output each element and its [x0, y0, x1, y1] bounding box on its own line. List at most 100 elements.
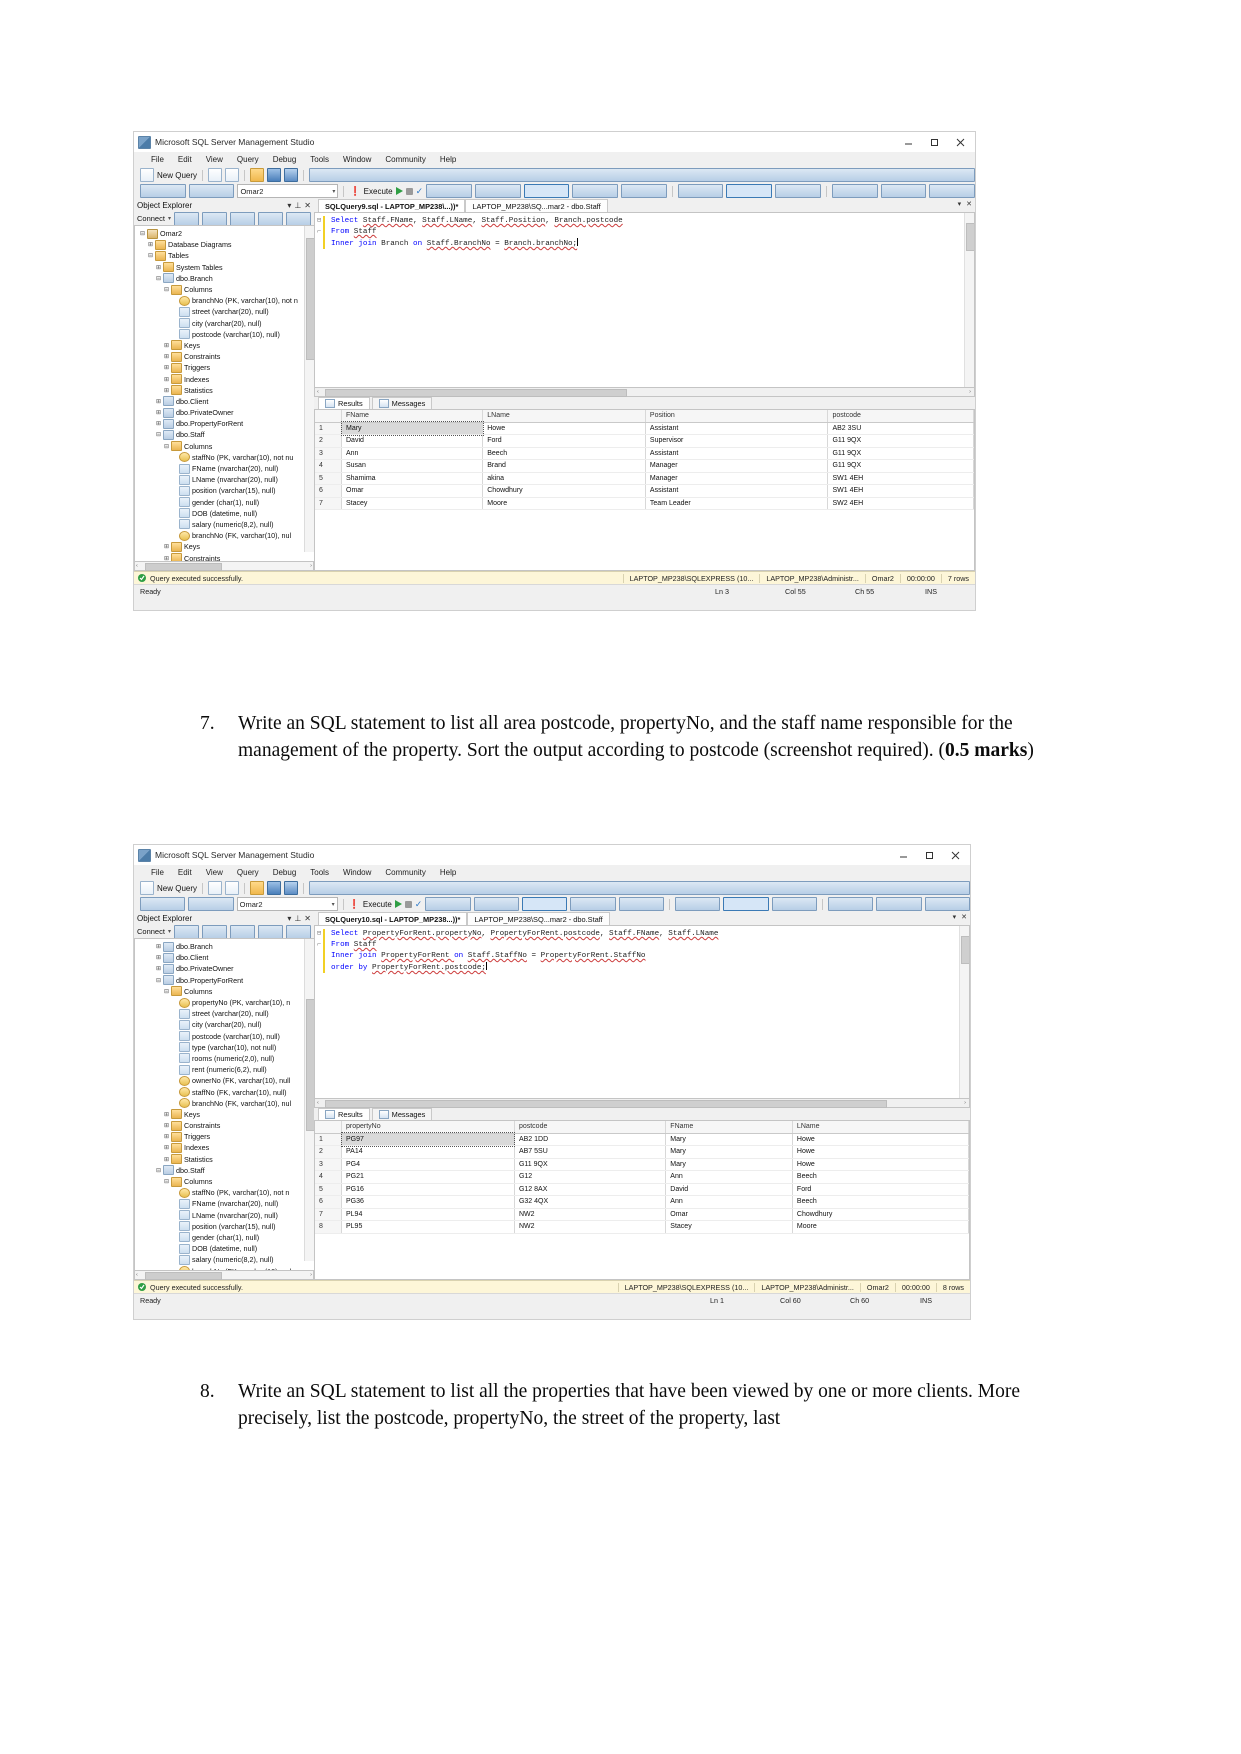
maximize-button[interactable]: [916, 846, 942, 864]
editor-vertical-scrollbar[interactable]: [959, 926, 969, 1098]
parse-icon[interactable]: ❗: [349, 186, 360, 197]
table-cell[interactable]: Ann: [665, 1195, 793, 1209]
table-row[interactable]: 6 PG36 G32 4QX Ann Beech: [315, 1195, 969, 1209]
menu-item-tools[interactable]: Tools: [303, 868, 336, 877]
disconnect-icon[interactable]: [173, 924, 199, 939]
row-number[interactable]: 4: [315, 1170, 342, 1184]
menu-item-view[interactable]: View: [199, 868, 230, 877]
tree-node[interactable]: DOB (datetime, null): [135, 1243, 314, 1254]
new-query-icon[interactable]: [140, 881, 154, 895]
save-icon[interactable]: [267, 168, 282, 182]
menu-item-help[interactable]: Help: [433, 155, 463, 164]
tree-node[interactable]: staffNo (FK, varchar(10), null): [135, 1086, 314, 1098]
expand-icon[interactable]: ⊞: [162, 364, 171, 371]
tree-node[interactable]: ⊟ Columns: [135, 284, 314, 295]
tree-node[interactable]: ⊞ Constraints: [135, 351, 314, 362]
change-connection-icon[interactable]: [188, 184, 235, 198]
editor-tab[interactable]: LAPTOP_MP238\SQ...mar2 - dbo.Staff: [467, 912, 610, 925]
collapse-icon[interactable]: ⊟: [162, 443, 171, 450]
table-cell[interactable]: G11 9QX: [827, 459, 974, 473]
help-icon[interactable]: [286, 211, 312, 226]
table-cell[interactable]: PL94: [341, 1208, 515, 1221]
table-row[interactable]: 8 PL95 NW2 Stacey Moore: [315, 1220, 969, 1234]
table-row[interactable]: 5 PG16 G12 8AX David Ford: [315, 1183, 969, 1196]
minimize-button[interactable]: [895, 133, 921, 151]
help-icon[interactable]: [286, 924, 312, 939]
tree-node[interactable]: staffNo (PK, varchar(10), not n: [135, 1187, 314, 1198]
tree-node[interactable]: ⊞ dbo.Branch: [135, 941, 314, 952]
refresh-icon[interactable]: [229, 211, 255, 226]
tree-node[interactable]: ⊞ Constraints: [135, 552, 314, 561]
table-cell[interactable]: Assistant: [645, 422, 829, 435]
results-to-file-icon[interactable]: [572, 184, 618, 198]
new-project-icon[interactable]: [225, 881, 240, 895]
tree-node[interactable]: LName (nvarchar(20), null): [135, 474, 314, 485]
table-cell[interactable]: Chowdhury: [792, 1208, 969, 1221]
indent-icon[interactable]: [771, 897, 817, 911]
new-query-button[interactable]: New Query: [157, 884, 197, 893]
row-number[interactable]: 3: [315, 1158, 342, 1171]
menu-item-file[interactable]: File: [144, 868, 171, 877]
uncomment-icon[interactable]: [723, 897, 769, 911]
connect-button[interactable]: Connect: [137, 927, 165, 936]
collapse-icon[interactable]: ⊟: [146, 252, 155, 259]
tree-node[interactable]: ⊟ dbo.PropertyForRent: [135, 975, 314, 986]
table-cell[interactable]: Manager: [645, 472, 829, 485]
increase-indent-icon[interactable]: [876, 897, 922, 911]
tree-node[interactable]: ⊟ dbo.Staff: [135, 1165, 314, 1176]
tree-node[interactable]: ownerNo (FK, varchar(10), null: [135, 1075, 314, 1086]
tree-node[interactable]: position (varchar(15), null): [135, 1221, 314, 1232]
table-row[interactable]: 3 PG4 G11 9QX Mary Howe: [315, 1158, 969, 1171]
close-button[interactable]: [947, 133, 973, 151]
toolbox-icon[interactable]: [309, 881, 970, 895]
tree-node[interactable]: DOB (datetime, null): [135, 508, 314, 519]
tree-node[interactable]: postcode (varchar(10), null): [135, 329, 314, 340]
column-header[interactable]: [315, 1121, 342, 1134]
execute-play-icon[interactable]: [395, 187, 403, 195]
editor-tab[interactable]: SQLQuery10.sql - LAPTOP_MP238...))*: [318, 912, 468, 925]
include-actual-plan-icon[interactable]: [620, 184, 667, 198]
tree-node[interactable]: ⊞ dbo.PrivateOwner: [135, 963, 314, 974]
comment-icon[interactable]: [677, 184, 724, 198]
execute-button[interactable]: Execute: [363, 900, 392, 909]
tree-node[interactable]: salary (numeric(8,2), null): [135, 519, 314, 530]
pin-icon[interactable]: ⊥: [294, 914, 301, 923]
table-cell[interactable]: PG36: [341, 1195, 515, 1209]
tree-node[interactable]: postcode (varchar(10), null): [135, 1031, 314, 1042]
expand-icon[interactable]: ⊞: [154, 943, 163, 950]
tree-node[interactable]: ⊟ dbo.Staff: [135, 429, 314, 440]
table-cell[interactable]: PG16: [341, 1183, 515, 1196]
expand-icon[interactable]: ⊞: [162, 1144, 171, 1151]
column-header[interactable]: Position: [645, 410, 829, 423]
code-folding-gutter[interactable]: ⊟ ⌐: [315, 216, 323, 238]
row-number[interactable]: 6: [315, 484, 342, 498]
column-header[interactable]: propertyNo: [341, 1121, 515, 1134]
table-cell[interactable]: AB7 5SU: [514, 1145, 667, 1159]
filter-icon[interactable]: [258, 924, 284, 939]
new-query-button[interactable]: New Query: [157, 171, 197, 180]
tree-vertical-scrollbar[interactable]: [304, 226, 314, 552]
expand-icon[interactable]: ⊞: [162, 1156, 171, 1163]
sql-code-editor[interactable]: ⊟ ⌐ Select Staff.FName, Staff.LName, Staf…: [314, 212, 975, 388]
collapse-icon[interactable]: ⊟: [154, 977, 163, 984]
tree-node[interactable]: gender (char(1), null): [135, 497, 314, 508]
table-cell[interactable]: Shamima: [341, 472, 484, 485]
table-cell[interactable]: Moore: [792, 1220, 969, 1234]
tree-node[interactable]: branchNo (FK, varchar(10), nul: [135, 1098, 314, 1109]
menu-item-file[interactable]: File: [144, 155, 171, 164]
table-cell[interactable]: David: [341, 434, 484, 448]
scroll-left-icon[interactable]: ‹: [135, 1272, 139, 1278]
table-cell[interactable]: Ford: [792, 1183, 969, 1196]
expand-icon[interactable]: ⊞: [162, 353, 171, 360]
expand-icon[interactable]: ⊞: [154, 398, 163, 405]
maximize-button[interactable]: [921, 133, 947, 151]
menu-item-query[interactable]: Query: [230, 155, 266, 164]
expand-icon[interactable]: ⊞: [162, 1122, 171, 1129]
tree-node[interactable]: ⊞ System Tables: [135, 262, 314, 273]
new-query-icon[interactable]: [140, 168, 154, 182]
row-number[interactable]: 1: [315, 1133, 342, 1146]
table-cell[interactable]: G11 9QX: [827, 447, 974, 460]
tree-node[interactable]: rooms (numeric(2,0), null): [135, 1053, 314, 1064]
results-to-grid-icon[interactable]: [523, 184, 570, 198]
table-row[interactable]: 6 Omar Chowdhury Assistant SW1 4EH: [315, 484, 974, 498]
